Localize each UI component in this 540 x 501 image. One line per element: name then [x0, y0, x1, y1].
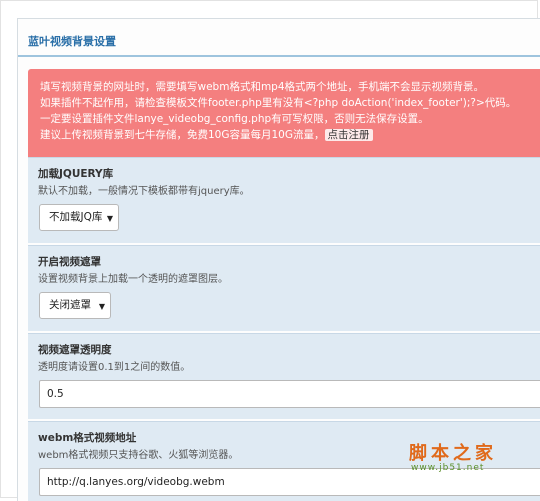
section-desc-overlay: 设置视频背景上加载一个透明的遮罩图层。 — [38, 274, 228, 285]
notice-line-2: 如果插件不起作用，请检查模板文件footer.php里有没有<?php doAc… — [40, 97, 517, 109]
section-title-overlay: 开启视频遮罩 — [38, 256, 101, 268]
section-desc-opacity: 透明度请设置0.1到1之间的数值。 — [38, 362, 191, 373]
section-title-opacity: 视频遮罩透明度 — [38, 344, 112, 356]
jquery-select[interactable]: 不加载JQ库 ▼ — [39, 204, 119, 231]
overlay-select-value: 关闭遮罩 — [49, 299, 91, 311]
section-desc-webm: webm格式视频只支持谷歌、火狐等浏览器。 — [38, 450, 239, 461]
page-title: 蓝叶视频背景设置 — [28, 35, 116, 48]
section-opacity: 视频遮罩透明度 透明度请设置0.1到1之间的数值。 0.5 — [28, 333, 540, 419]
webm-url-input[interactable]: http://q.lanyes.org/videobg.webm — [39, 468, 540, 496]
title-divider — [18, 55, 540, 57]
notice-line-4: 建议上传视频背景到七牛存储，免费10G容量每月10G流量， 点击注册 — [40, 127, 538, 143]
section-desc-jquery: 默认不加载，一般情况下模板都带有jquery库。 — [38, 186, 250, 197]
caret-down-icon: ▼ — [98, 302, 105, 311]
caret-down-icon: ▼ — [106, 214, 113, 223]
opacity-input[interactable]: 0.5 — [39, 380, 540, 408]
section-webm: webm格式视频地址 webm格式视频只支持谷歌、火狐等浏览器。 http://… — [28, 421, 540, 501]
window-frame: 蓝叶视频背景设置 填写视频背景的网址时，需要填写webm格式和mp4格式两个地址… — [0, 0, 540, 501]
notice-alert: 填写视频背景的网址时，需要填写webm格式和mp4格式两个地址，手机端不会显示视… — [28, 69, 540, 165]
settings-panel: 蓝叶视频背景设置 填写视频背景的网址时，需要填写webm格式和mp4格式两个地址… — [17, 18, 540, 501]
section-title-jquery: 加载JQUERY库 — [38, 168, 114, 180]
notice-line-3: 一定要设置插件文件lanye_videobg_config.php有可写权限，否… — [40, 113, 429, 125]
section-overlay: 开启视频遮罩 设置视频背景上加载一个透明的遮罩图层。 关闭遮罩 ▼ — [28, 245, 540, 331]
register-link[interactable]: 点击注册 — [324, 129, 373, 141]
notice-line-1: 填写视频背景的网址时，需要填写webm格式和mp4格式两个地址，手机端不会显示视… — [40, 81, 485, 93]
section-jquery: 加载JQUERY库 默认不加载，一般情况下模板都带有jquery库。 不加载JQ… — [28, 157, 540, 243]
section-title-webm: webm格式视频地址 — [38, 432, 137, 444]
jquery-select-value: 不加载JQ库 — [49, 211, 103, 223]
overlay-select[interactable]: 关闭遮罩 ▼ — [39, 292, 111, 319]
notice-line-4-text: 建议上传视频背景到七牛存储，免费10G容量每月10G流量， — [40, 129, 325, 141]
